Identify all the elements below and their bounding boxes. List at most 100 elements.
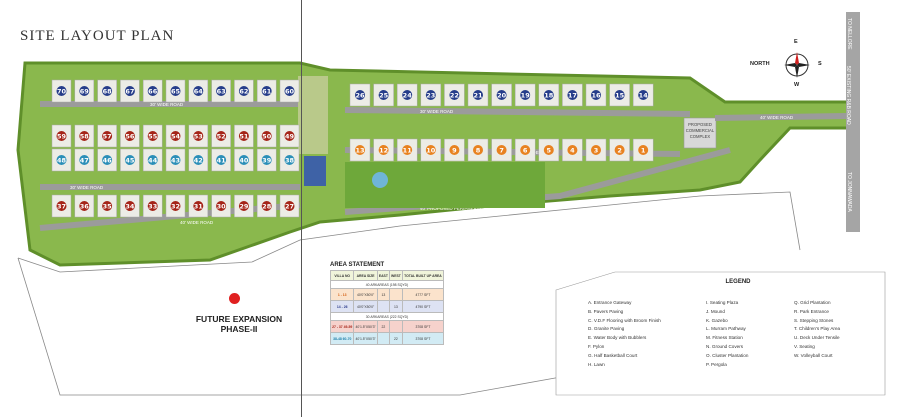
compass-north: NORTH: [750, 61, 770, 67]
area-cell: 3708 SFT: [401, 320, 445, 333]
plot-number: 43: [171, 156, 180, 164]
plot-number: 1: [641, 146, 646, 154]
plot-number: 12: [379, 146, 388, 154]
legend-item: F. Pylon: [588, 343, 605, 349]
legend-item: B. Pavers Paving: [588, 308, 624, 314]
plot-number: 9: [452, 146, 457, 154]
area-cell: 40'0"X50'0": [353, 300, 378, 313]
legend: LEGEND A. Entrance Gateway B. Pavers Pavi…: [588, 279, 888, 369]
compass-s: S: [818, 61, 822, 67]
plot-number: 53: [194, 132, 203, 140]
area-statement: AREA STATEMENT VILLA NO AREA SIZE EAST W…: [329, 262, 448, 345]
plot-number: 60: [285, 87, 295, 95]
area-row: 38-48 60-70 40'1.5"X50'3" 22 3708 SFT: [329, 332, 445, 345]
plot-number: 35: [103, 202, 113, 210]
plot-number: 30: [217, 202, 227, 210]
site-plan-page: PROPOSED COMMERCIAL COMPLEX 30' WIDE ROA…: [0, 0, 900, 417]
legend-item: N. Ground Covers: [706, 343, 744, 349]
plot-number: 6: [523, 146, 528, 154]
legend-item: H. Lawn: [588, 361, 605, 367]
area-cell: 40'1.5"X50'3": [353, 332, 378, 345]
to-nellore-label: TO NELLORE: [846, 18, 852, 50]
legend-item: K. Gazebo: [706, 317, 728, 323]
legend-column-2: I. Seating Plaza J. Mound K. Gazebo L. Murr…: [706, 299, 794, 369]
legend-item: O. Cluster Plantation: [706, 352, 749, 358]
area-header: EAST: [376, 270, 390, 281]
road-r2: [344, 107, 691, 117]
plot-number: 7: [499, 146, 504, 154]
area-cell: 38-48 60-70: [329, 332, 355, 345]
road-label: 40' WIDE ROAD: [180, 220, 214, 225]
area-header: VILLA NO: [329, 270, 355, 281]
plot-number: 49: [285, 132, 295, 140]
plot-number: 66: [148, 87, 158, 95]
area-row: 14 - 26 40'0"X50'0" 13 4790 SFT: [329, 300, 445, 313]
plot-number: 48: [57, 156, 67, 164]
plot-number: 14: [639, 91, 649, 99]
legend-item: J. Mound: [706, 308, 725, 314]
area-header: AREA SIZE: [353, 270, 378, 281]
legend-column-3: Q. Grid Plantation R. Park Entrance S. Ste…: [794, 299, 884, 369]
area-cell: 4777 SFT: [401, 288, 445, 301]
area-subheader: 40 ARKAREAS (198 SQYD): [330, 280, 444, 289]
plot-number: 26: [355, 91, 365, 99]
plot-number: 22: [450, 91, 459, 99]
plot-number: 8: [476, 146, 481, 154]
plot-number: 31: [194, 202, 204, 210]
plot-number: 10: [426, 146, 436, 154]
legend-item: Q. Grid Plantation: [794, 300, 831, 305]
area-cell: 27 - 37 49-59: [329, 320, 355, 333]
legend-item: C. V.D.F Flooring with Broom Finish: [588, 317, 661, 323]
plot-number: 21: [473, 91, 483, 99]
plot-number: 29: [239, 202, 249, 210]
plot-number: 70: [57, 87, 67, 95]
plot-number: 50: [262, 132, 272, 140]
plot-number: 20: [497, 91, 507, 99]
plot-number: 24: [403, 91, 413, 99]
plot-number: 64: [194, 87, 204, 95]
plot-number: 4: [570, 146, 575, 154]
existing-road-label: 50' EXISTING R&B ROAD: [845, 66, 851, 125]
legend-item: U. Deck Under Tensile: [794, 335, 840, 341]
legend-item: I. Seating Plaza: [706, 300, 739, 305]
plot-number: 44: [148, 156, 158, 164]
area-cell: [376, 300, 390, 313]
plot-number: 69: [80, 87, 90, 95]
plot-number: 52: [217, 132, 226, 140]
legend-item: R. Park Entrance: [794, 308, 829, 314]
legend-item: V. Seating: [794, 343, 815, 349]
road-label: 30' WIDE ROAD: [150, 102, 184, 107]
area-cell: 40'1.5"X50'3": [353, 320, 378, 333]
plot-number: 27: [285, 202, 294, 210]
page-title: SITE LAYOUT PLAN: [20, 28, 175, 44]
area-subheader: 30 ARKAREAS (222 SQYD): [330, 312, 444, 321]
plot-number: 33: [148, 202, 157, 210]
plot-number: 36: [80, 202, 90, 210]
legend-item: W. Volleyball Court: [794, 352, 833, 358]
area-cell: 14 - 26: [329, 300, 355, 313]
plot-number: 55: [148, 132, 158, 140]
compass-w: W: [794, 82, 800, 88]
plot-number: 3: [594, 146, 599, 154]
legend-item: M. Fitness Station: [706, 335, 743, 341]
plot-number: 34: [125, 202, 135, 210]
plot-number: 15: [615, 91, 625, 99]
area-header: WEST: [388, 270, 403, 281]
plot-number: 17: [568, 91, 577, 99]
area-row: 1 - 13 40'0"X50'0" 13 4777 SFT: [329, 288, 445, 301]
compass-icon: [782, 50, 812, 80]
complex-label-1: PROPOSED: [688, 122, 712, 127]
legend-item: A. Entrance Gateway: [588, 300, 632, 305]
plot-number: 68: [103, 87, 113, 95]
future-expansion-marker: [229, 293, 240, 304]
plot-number: 51: [239, 132, 249, 140]
plot-number: 62: [239, 87, 248, 95]
road-label: 30' WIDE ROAD: [420, 109, 454, 114]
plot-number: 57: [103, 132, 112, 140]
area-cell: 13: [388, 300, 403, 313]
legend-title: LEGEND: [725, 279, 751, 285]
area-cell: 40'0"X50'0": [353, 288, 378, 301]
road-label: 30' WIDE ROAD: [70, 185, 104, 190]
legend-item: S. Stepping Stones: [794, 317, 834, 323]
plot-number: 42: [194, 156, 203, 164]
